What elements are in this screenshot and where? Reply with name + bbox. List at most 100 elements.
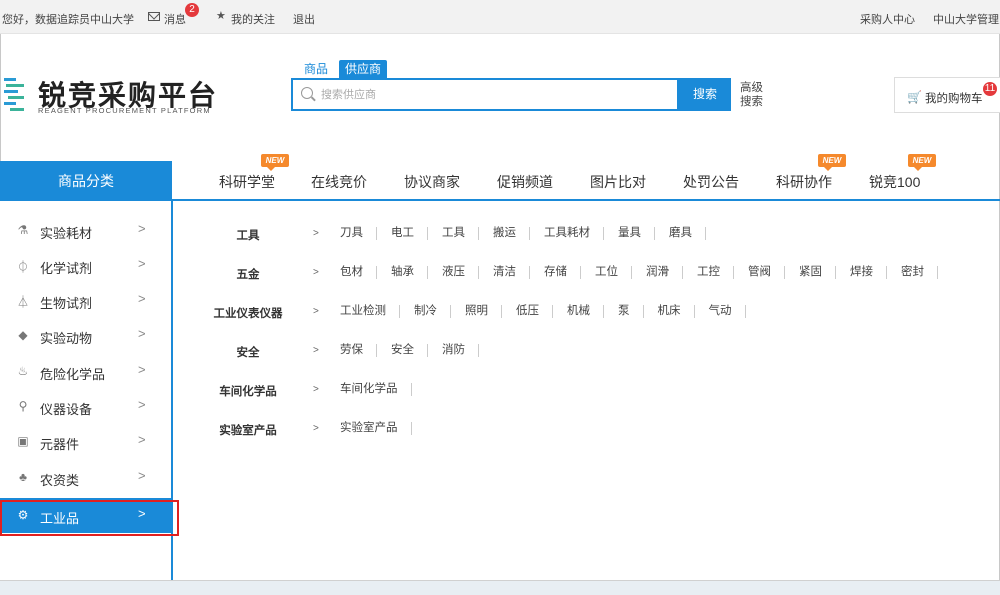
- chevron-right-icon: >: [138, 468, 146, 483]
- nav-item-research-collab[interactable]: 科研协作: [776, 172, 832, 192]
- sidebar-item-label: 农资类: [40, 473, 80, 488]
- subcategory-items: 刀具 电工 工具 搬运 工具耗材 量具 磨具: [326, 227, 706, 240]
- subcategory-link[interactable]: 液压: [428, 266, 479, 279]
- sidebar-item-lab-consumables[interactable]: ⚗ 实验耗材 >: [0, 213, 171, 248]
- mail-icon[interactable]: [148, 12, 160, 21]
- sidebar-item-label: 生物试剂: [40, 296, 93, 311]
- subcategory-link[interactable]: 工具: [428, 227, 479, 240]
- buyer-center-link[interactable]: 采购人中心: [860, 11, 915, 27]
- advanced-search-link[interactable]: 高级搜索: [740, 81, 770, 109]
- cart-icon: 🛒: [907, 90, 922, 104]
- subcategory-link[interactable]: 电工: [377, 227, 428, 240]
- search-button[interactable]: 搜索: [679, 78, 731, 111]
- nav-item-promotions[interactable]: 促销频道: [497, 172, 553, 192]
- nav-item-ruijing-100[interactable]: 锐竞100: [869, 172, 920, 192]
- follow-link[interactable]: 我的关注: [231, 11, 275, 27]
- subcategory-link[interactable]: 机床: [644, 305, 695, 318]
- greeting-text: 您好，数据追踪员: [2, 14, 90, 26]
- subcategory-link[interactable]: 清洁: [479, 266, 530, 279]
- subcategory-link[interactable]: 车间化学品: [326, 383, 412, 396]
- nav-item-agreement-merchants[interactable]: 协议商家: [404, 172, 460, 192]
- subcategory-link[interactable]: 密封: [887, 266, 938, 279]
- search-icon: [301, 87, 313, 99]
- subcategory-link[interactable]: 存储: [530, 266, 581, 279]
- subcategory-title[interactable]: 安全: [193, 344, 303, 360]
- chevron-right-icon: >: [313, 267, 319, 278]
- sidebar-item-chemical-reagents[interactable]: ⏀ 化学试剂 >: [0, 248, 171, 283]
- chevron-right-icon: >: [138, 221, 146, 236]
- sidebar-item-agri-supplies[interactable]: ♣ 农资类 >: [0, 460, 171, 495]
- subcategory-link[interactable]: 气动: [695, 305, 746, 318]
- sidebar-item-label: 元器件: [40, 437, 80, 452]
- chevron-right-icon: >: [138, 362, 146, 377]
- subcategory-link[interactable]: 安全: [377, 344, 428, 357]
- search-tab-supplier[interactable]: 供应商: [339, 60, 388, 79]
- subcategory-link[interactable]: 泵: [604, 305, 644, 318]
- chevron-right-icon: >: [138, 397, 146, 412]
- subcategory-items: 车间化学品: [326, 383, 412, 396]
- subcategory-link[interactable]: 搬运: [479, 227, 530, 240]
- messages-link[interactable]: 消息: [164, 11, 186, 27]
- subcategory-title[interactable]: 工具: [193, 227, 303, 243]
- sidebar-item-lab-animals[interactable]: ◆ 实验动物 >: [0, 318, 171, 353]
- subcategory-title[interactable]: 车间化学品: [193, 383, 303, 399]
- sidebar-item-instruments[interactable]: ⚲ 仪器设备 >: [0, 389, 171, 424]
- subcategory-link[interactable]: 消防: [428, 344, 479, 357]
- search-tab-goods[interactable]: 商品: [298, 60, 334, 79]
- subcategory-link[interactable]: 工控: [683, 266, 734, 279]
- subcategory-title[interactable]: 实验室产品: [193, 422, 303, 438]
- nav-item-online-bidding[interactable]: 在线竞价: [311, 172, 367, 192]
- subcategory-link[interactable]: 制冷: [400, 305, 451, 318]
- flask-icon: ⏀: [16, 260, 29, 274]
- sidebar-item-bio-reagents[interactable]: ⏃ 生物试剂 >: [0, 283, 171, 318]
- org-manager-link[interactable]: 中山大学管理员: [933, 11, 1000, 27]
- nav-item-penalty-notice[interactable]: 处罚公告: [683, 172, 739, 192]
- chevron-right-icon: >: [138, 326, 146, 341]
- chevron-right-icon: >: [313, 306, 319, 317]
- chevron-right-icon: >: [313, 384, 319, 395]
- subcategory-link[interactable]: 照明: [451, 305, 502, 318]
- sidebar-item-components[interactable]: ▣ 元器件 >: [0, 424, 171, 459]
- subcategory-link[interactable]: 劳保: [326, 344, 377, 357]
- subcategory-link[interactable]: 机械: [553, 305, 604, 318]
- cart-button[interactable]: 🛒 我的购物车 11: [894, 77, 1000, 113]
- subcategory-link[interactable]: 低压: [502, 305, 553, 318]
- cart-label: 我的购物车: [925, 93, 983, 105]
- category-header[interactable]: 商品分类: [0, 161, 172, 201]
- subcategory-link[interactable]: 磨具: [655, 227, 706, 240]
- subcategory-link[interactable]: 轴承: [377, 266, 428, 279]
- subcategory-link[interactable]: 管阀: [734, 266, 785, 279]
- subcategory-link[interactable]: 实验室产品: [326, 422, 412, 435]
- subcategory-link[interactable]: 工位: [581, 266, 632, 279]
- star-icon[interactable]: ★: [216, 9, 226, 22]
- subcategory-link[interactable]: 工业检测: [326, 305, 400, 318]
- subcategory-link[interactable]: 工具耗材: [530, 227, 604, 240]
- sidebar-item-hazardous-chemicals[interactable]: ♨ 危险化学品 >: [0, 354, 171, 389]
- org-link[interactable]: 中山大学: [90, 11, 134, 27]
- logout-link[interactable]: 退出: [293, 11, 315, 27]
- nav-item-research-school[interactable]: 科研学堂: [219, 172, 275, 192]
- search-input[interactable]: [321, 85, 661, 105]
- subcategory-link[interactable]: 润滑: [632, 266, 683, 279]
- plant-icon: ♣: [19, 470, 27, 484]
- subcategory-title[interactable]: 工业仪表仪器: [193, 305, 303, 321]
- messages-count-badge: 2: [185, 3, 199, 17]
- subcategory-link[interactable]: 包材: [326, 266, 377, 279]
- beaker-icon: ⏃: [16, 295, 29, 309]
- bottom-bar: [0, 580, 1000, 595]
- new-badge: NEW: [818, 154, 846, 171]
- sidebar-item-label: 危险化学品: [40, 367, 106, 382]
- chevron-right-icon: >: [313, 423, 319, 434]
- logo-subtitle: REAGENT PROCUREMENT PLATFORM: [38, 106, 211, 115]
- subcategory-title[interactable]: 五金: [193, 266, 303, 282]
- subcategory-link[interactable]: 量具: [604, 227, 655, 240]
- test-tube-icon: ⚗: [17, 223, 29, 237]
- subcategory-link[interactable]: 焊接: [836, 266, 887, 279]
- subcategory-items: 实验室产品: [326, 422, 412, 435]
- subcategory-items: 劳保 安全 消防: [326, 344, 479, 357]
- subcategory-link[interactable]: 刀具: [326, 227, 377, 240]
- subcategory-link[interactable]: 紧固: [785, 266, 836, 279]
- sidebar-item-label: 化学试剂: [40, 261, 93, 276]
- nav-item-image-compare[interactable]: 图片比对: [590, 172, 646, 192]
- chevron-right-icon: >: [138, 291, 146, 306]
